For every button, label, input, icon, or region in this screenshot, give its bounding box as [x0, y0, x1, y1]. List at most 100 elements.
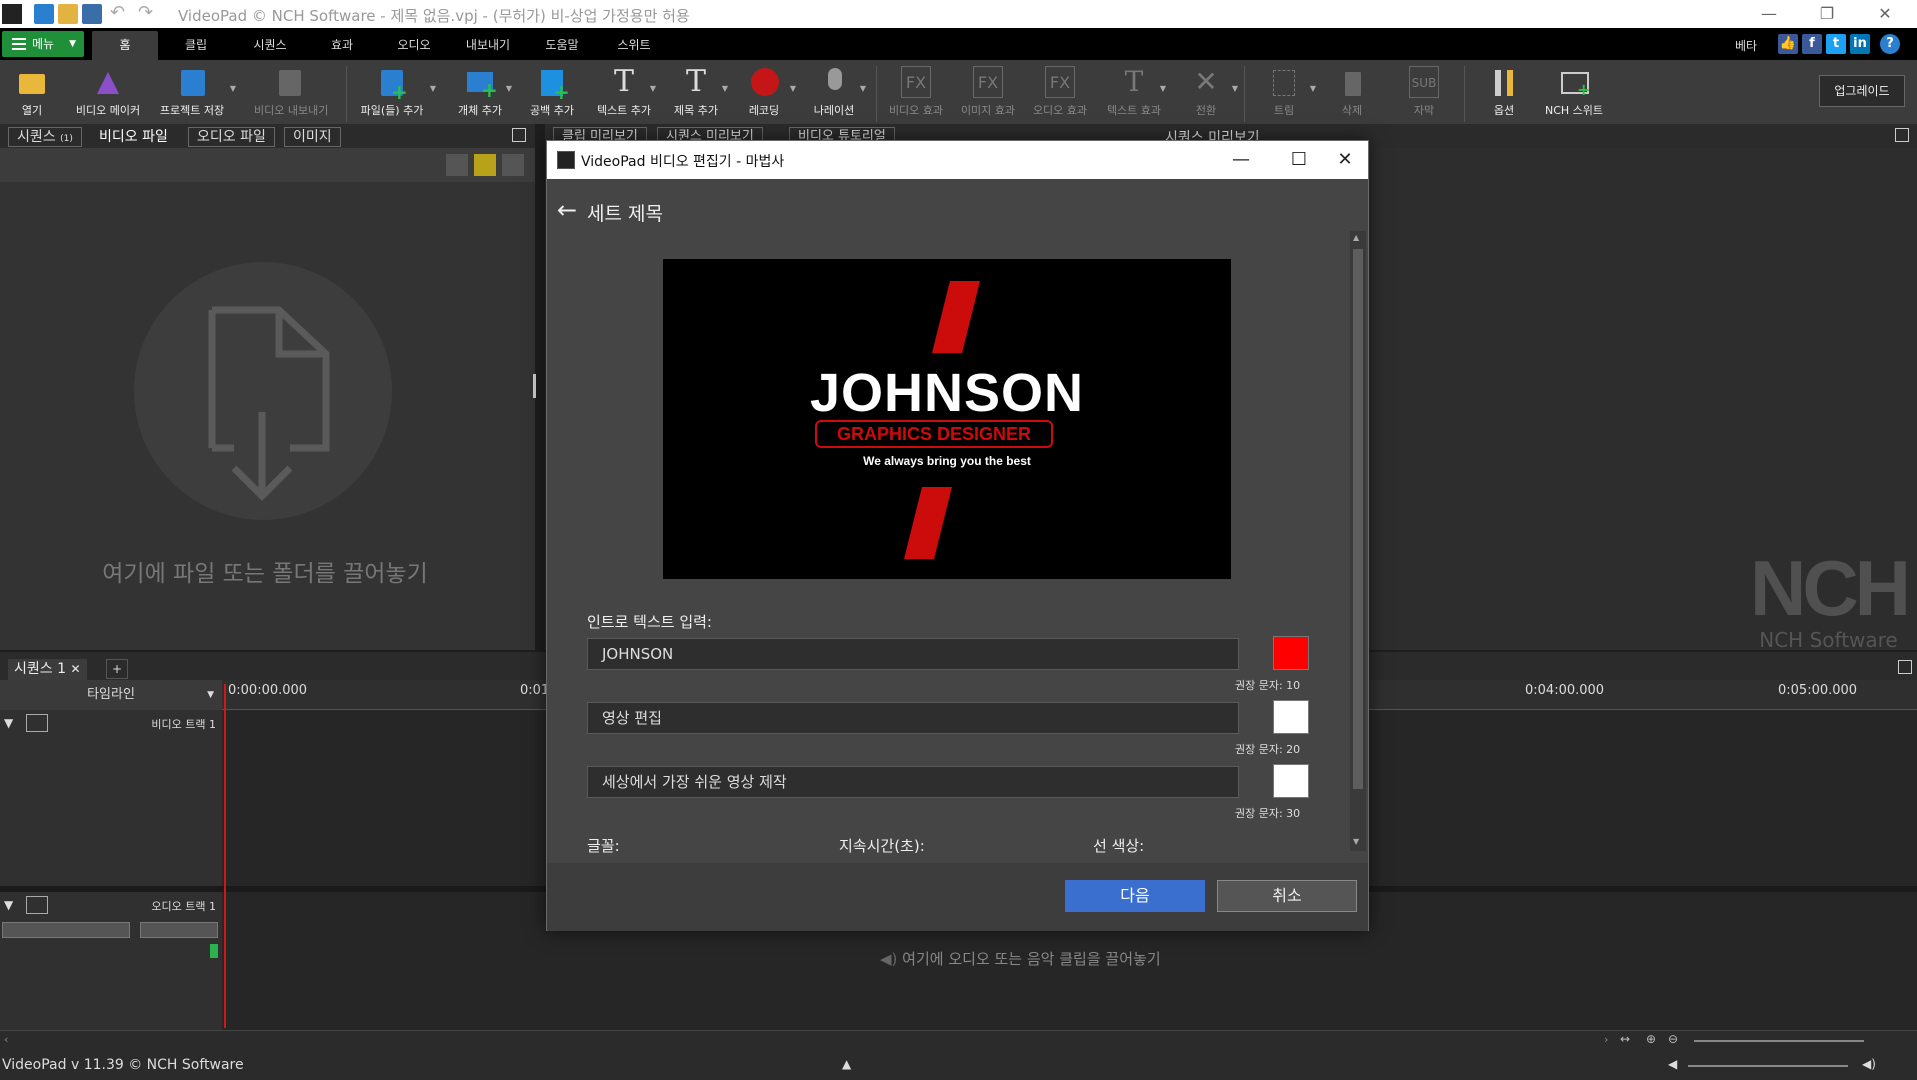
restore-button[interactable]: ❐	[1804, 2, 1850, 26]
zoom-out-icon[interactable]: ⊖	[1668, 1032, 1678, 1046]
transition-button[interactable]: ✕ 전환 ▼	[1170, 64, 1242, 122]
add-blank-button[interactable]: + 공백 추가	[516, 64, 588, 122]
video-maker-button[interactable]: 비디오 메이커	[72, 64, 144, 122]
undock-icon[interactable]	[1898, 660, 1912, 674]
close-button[interactable]: ✕	[1862, 2, 1908, 26]
tab-export[interactable]: 내보내기	[456, 31, 520, 60]
redo-icon[interactable]: ↷	[138, 4, 158, 24]
minimize-button[interactable]: —	[1221, 147, 1261, 173]
chevron-down-icon[interactable]: ▼	[506, 84, 512, 93]
like-icon[interactable]: 👍	[1778, 34, 1798, 54]
delete-button[interactable]: 삭제	[1316, 64, 1388, 122]
chevron-down-icon[interactable]: ▼	[650, 84, 656, 93]
timeline-mode-select[interactable]: 타임라인 ▼	[0, 680, 222, 710]
tab-suite[interactable]: 스위트	[604, 31, 664, 60]
volume-slider[interactable]	[2, 922, 130, 938]
add-title-button[interactable]: T 제목 추가 ▼	[660, 64, 732, 122]
tab-effects[interactable]: 효과	[312, 31, 372, 60]
chevron-down-icon[interactable]: ▼	[790, 84, 796, 93]
scroll-left-icon[interactable]: ‹	[4, 1033, 8, 1046]
dialog-scrollbar[interactable]: ▲ ▼	[1350, 231, 1366, 851]
record-button[interactable]: 레코딩 ▼	[728, 64, 800, 122]
collapse-icon[interactable]: ▼	[4, 716, 13, 730]
add-sequence-button[interactable]: +	[106, 659, 128, 679]
tab-audio[interactable]: 오디오	[384, 31, 444, 60]
chevron-down-icon[interactable]: ▼	[230, 84, 236, 93]
export-video-button[interactable]: 비디오 내보내기	[254, 64, 328, 122]
tab-home[interactable]: 홈	[92, 31, 158, 60]
facebook-icon[interactable]: f	[1802, 34, 1822, 54]
undock-icon[interactable]	[512, 128, 526, 142]
tab-sequence-1[interactable]: 시퀀스 1 ✕	[8, 659, 87, 681]
playhead[interactable]	[224, 684, 226, 1028]
tab-clip[interactable]: 클립	[166, 31, 226, 60]
master-volume-slider[interactable]	[1688, 1065, 1848, 1067]
text-color-swatch-2[interactable]	[1273, 700, 1309, 734]
chevron-down-icon[interactable]: ▼	[1232, 84, 1238, 93]
nch-suite-button[interactable]: + NCH 스위트	[1538, 64, 1610, 122]
chevron-down-icon[interactable]: ▼	[860, 84, 866, 93]
fit-icon[interactable]: ↔	[1620, 1032, 1630, 1046]
tab-audio-files[interactable]: 오디오 파일	[188, 127, 275, 147]
text-effects-button[interactable]: T 텍스트 효과 ▼	[1098, 64, 1170, 122]
linkedin-icon[interactable]: in	[1850, 34, 1870, 54]
eye-icon[interactable]	[26, 714, 48, 732]
speaker-icon[interactable]	[26, 896, 48, 914]
image-effects-button[interactable]: FX 이미지 효과	[952, 64, 1024, 122]
tab-sequence[interactable]: 시퀀스	[240, 31, 300, 60]
scrollbar-thumb[interactable]	[1353, 249, 1363, 789]
list-view-icon[interactable]	[502, 154, 524, 176]
media-bin[interactable]: 여기에 파일 또는 폴더를 끌어놓기	[0, 182, 535, 650]
tab-help[interactable]: 도움말	[532, 31, 592, 60]
volume-up-icon[interactable]: ◀)	[1862, 1057, 1876, 1071]
help-icon[interactable]: ?	[1880, 34, 1900, 54]
text-color-swatch-1[interactable]	[1273, 636, 1309, 670]
subtitle-button[interactable]: SUB 자막	[1388, 64, 1460, 122]
add-folder-icon[interactable]	[474, 154, 496, 176]
narration-button[interactable]: 나레이션 ▼	[798, 64, 870, 122]
chevron-down-icon[interactable]: ▼	[430, 84, 436, 93]
cancel-button[interactable]: 취소	[1217, 880, 1357, 912]
save-project-icon[interactable]	[82, 4, 102, 24]
chevron-down-icon[interactable]: ▼	[1160, 84, 1166, 93]
add-object-button[interactable]: + 개체 추가 ▼	[444, 64, 516, 122]
tab-video-files[interactable]: 비디오 파일	[90, 127, 177, 147]
add-files-button[interactable]: + 파일(들) 추가 ▼	[356, 64, 436, 122]
intro-text-field-3[interactable]: 세상에서 가장 쉬운 영상 제작	[587, 766, 1239, 798]
collapse-icon[interactable]: ▼	[4, 898, 13, 912]
new-project-icon[interactable]	[34, 4, 54, 24]
expand-up-icon[interactable]: ▲	[842, 1057, 851, 1071]
video-effects-button[interactable]: FX 비디오 효과	[880, 64, 952, 122]
back-arrow-icon[interactable]: ←	[557, 198, 581, 223]
maximize-button[interactable]: ☐	[1279, 147, 1319, 173]
next-button[interactable]: 다음	[1065, 880, 1205, 912]
timeline-scrollbar[interactable]: ‹ › ↔ ⊕ ⊖	[0, 1030, 1917, 1050]
zoom-in-icon[interactable]: ⊕	[1646, 1032, 1656, 1046]
scroll-right-icon[interactable]: ›	[1604, 1033, 1608, 1046]
beta-label[interactable]: 베타	[1735, 37, 1757, 54]
open-button[interactable]: 열기	[0, 64, 68, 122]
audio-effects-button[interactable]: FX 오디오 효과	[1024, 64, 1096, 122]
add-text-button[interactable]: T 텍스트 추가 ▼	[588, 64, 660, 122]
tab-images[interactable]: 이미지	[284, 127, 341, 147]
undock-icon[interactable]	[1895, 128, 1909, 142]
close-button[interactable]: ✕	[1325, 147, 1365, 173]
trash-icon[interactable]	[446, 154, 468, 176]
save-project-button[interactable]: 프로젝트 저장 ▼	[156, 64, 236, 122]
minimize-button[interactable]: —	[1746, 2, 1792, 26]
intro-text-field-2[interactable]: 영상 편집	[587, 702, 1239, 734]
tab-sequences[interactable]: 시퀀스 (1)	[8, 127, 82, 147]
close-icon[interactable]: ✕	[70, 662, 80, 676]
options-button[interactable]: 옵션	[1468, 64, 1540, 122]
panel-splitter[interactable]	[535, 124, 545, 650]
scroll-down-icon[interactable]: ▼	[1353, 837, 1359, 846]
twitter-icon[interactable]: t	[1826, 34, 1846, 54]
menu-button[interactable]: 메뉴 ▼	[2, 31, 84, 57]
undo-icon[interactable]: ↶	[110, 4, 130, 24]
scroll-up-icon[interactable]: ▲	[1353, 233, 1359, 242]
open-project-icon[interactable]	[58, 4, 78, 24]
volume-down-icon[interactable]: ◀	[1668, 1057, 1677, 1071]
splitter-handle[interactable]	[533, 374, 536, 398]
zoom-slider[interactable]	[1694, 1040, 1864, 1042]
text-color-swatch-3[interactable]	[1273, 764, 1309, 798]
